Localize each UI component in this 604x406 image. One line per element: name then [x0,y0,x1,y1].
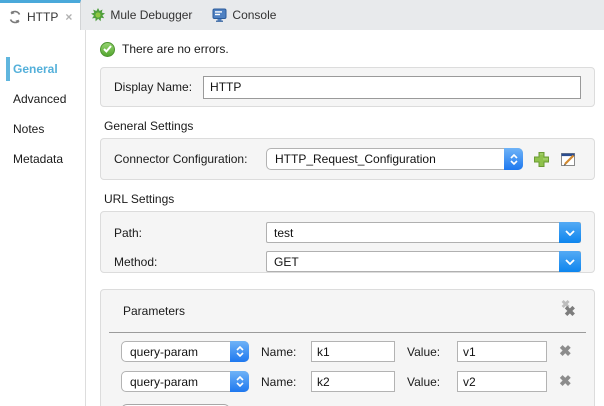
select-stepper-icon [230,371,249,392]
sidebar-item-metadata[interactable]: Metadata [0,146,85,172]
clear-all-icon: ✖ [564,303,576,319]
display-name-group: Display Name: [100,67,595,107]
parameters-header: Parameters ✖ ✖ [107,290,588,332]
general-settings-group: Connector Configuration: HTTP_Request_Co… [100,138,595,180]
connector-config-value: HTTP_Request_Configuration [275,152,436,166]
url-settings-group: Path: test Method: GET [100,211,595,273]
param-type-value: query-param [130,344,199,359]
status-message: There are no errors. [122,42,229,56]
display-name-label: Display Name: [114,80,193,94]
param-value-input[interactable] [457,341,547,362]
display-name-input[interactable] [203,75,581,99]
select-stepper-icon [230,341,249,362]
edit-config-button[interactable] [560,151,577,168]
path-input[interactable]: test [266,222,581,243]
tab-debugger-label: Mule Debugger [110,8,193,22]
general-panel: There are no errors. Display Name: Gener… [86,30,604,406]
parameter-row: query-param Name: Value: ✖ [121,341,588,362]
method-row: Method: GET [114,251,581,272]
param-type-select[interactable]: query-param [121,341,249,362]
delete-parameter-button[interactable]: ✖ [559,344,572,359]
parameter-row: query-param Name: Value: ✖ [121,371,588,392]
param-name-input[interactable] [311,371,395,392]
general-settings-title: General Settings [104,119,194,133]
param-name-label: Name: [261,374,297,389]
path-label: Path: [114,225,143,240]
close-icon[interactable]: × [65,10,72,24]
tab-http-label: HTTP [27,9,59,24]
tab-http[interactable]: HTTP × [0,0,82,30]
method-label: Method: [114,254,158,269]
remove-all-parameters-button[interactable]: ✖ ✖ [560,299,580,321]
path-value: test [274,225,294,240]
select-stepper-icon [504,148,523,170]
param-type-select[interactable]: query-param [121,371,249,392]
parameters-group: Parameters ✖ ✖ query-param Name: k1 Valu… [100,289,595,406]
parameters-title: Parameters [123,304,186,318]
tab-console[interactable]: Console [202,0,286,30]
sidebar-item-notes[interactable]: Notes [0,116,85,142]
method-select[interactable]: GET [266,251,581,272]
method-value: GET [274,254,299,269]
check-icon [100,41,115,57]
param-value-input[interactable] [457,371,547,392]
parameter-rows: query-param Name: Value: ✖ [107,333,588,406]
path-row: Path: test [114,222,581,243]
param-name-input[interactable] [311,341,395,362]
param-value-label: Value: [407,374,441,389]
http-properties-view: HTTP × Mule Debugger Console General Adv… [0,0,604,406]
param-value-label: Value: [407,344,441,359]
sidebar-item-general[interactable]: General [0,56,85,82]
validation-status: There are no errors. [100,40,604,58]
tab-console-label: Console [232,8,277,22]
flow-icon [8,10,22,24]
param-name-label: Name: [261,344,297,359]
sidebar-item-advanced[interactable]: Advanced [0,86,85,112]
url-settings-title: URL Settings [104,192,175,206]
console-icon [212,8,227,22]
properties-sidebar: General Advanced Notes Metadata [0,30,86,406]
add-config-button[interactable] [533,151,550,168]
tab-mule-debugger[interactable]: Mule Debugger [81,0,202,30]
param-type-value: query-param [130,374,199,389]
bug-icon [91,8,106,22]
chevron-down-icon[interactable] [559,251,581,272]
connector-config-select[interactable]: HTTP_Request_Configuration [266,148,523,170]
connector-config-label: Connector Configuration: [114,152,248,166]
editor-tab-bar: HTTP × Mule Debugger Console [0,0,604,30]
delete-parameter-button[interactable]: ✖ [559,374,572,389]
chevron-down-icon[interactable] [559,222,581,243]
